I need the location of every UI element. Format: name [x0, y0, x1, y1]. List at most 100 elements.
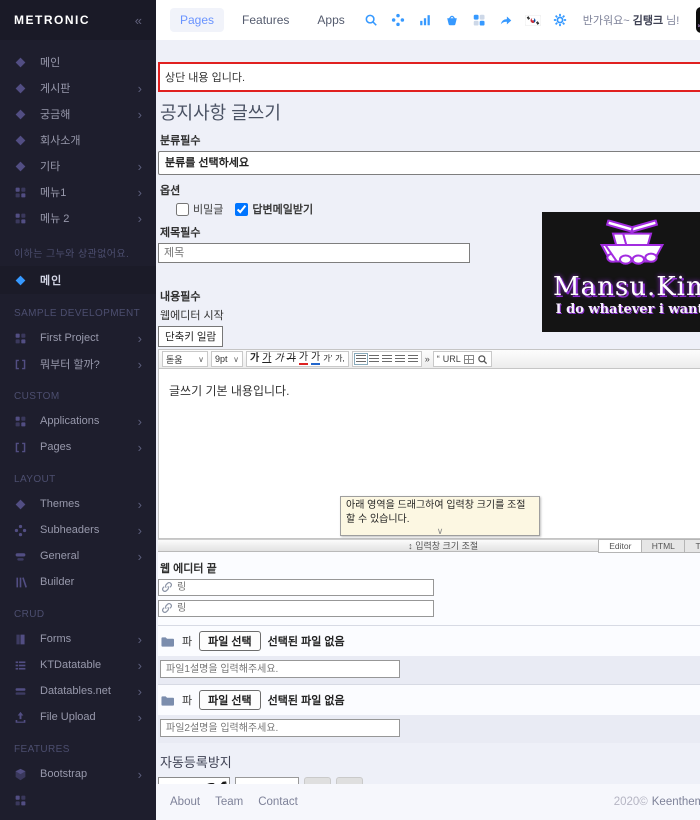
language-flag-icon[interactable] — [525, 12, 541, 28]
sidebar-section-note: 이하는 그누와 상관없어요. — [14, 249, 130, 260]
quick-actions-icon[interactable] — [390, 12, 406, 28]
quote-button[interactable]: “ — [437, 354, 440, 364]
format-group: 가 가 가 가 가 가 가' 가, — [246, 351, 349, 367]
table-button[interactable] — [463, 354, 474, 364]
sidebar-section-custom: CUSTOM — [14, 391, 60, 402]
file1-select-button[interactable]: 파일 선택 — [199, 631, 261, 651]
superscript-button[interactable]: 가' — [323, 355, 332, 363]
share-icon[interactable] — [498, 12, 514, 28]
cart-icon[interactable] — [444, 12, 460, 28]
link1-input[interactable] — [158, 579, 434, 596]
sidebar-item-main-active[interactable]: 메인 — [0, 266, 156, 294]
align-justify-button[interactable] — [394, 355, 405, 363]
line-height-button[interactable] — [407, 355, 418, 363]
align-right-button[interactable] — [381, 355, 392, 363]
font-family-select[interactable]: 돋움 ∨ — [162, 351, 208, 367]
indent-icon[interactable]: » — [425, 354, 430, 364]
sidebar-item-what-to-do[interactable]: 뭐부터 할까? › — [0, 351, 156, 377]
tab-text[interactable]: TEXT — [684, 539, 700, 553]
file2-desc-input[interactable] — [160, 719, 400, 737]
diamond-icon — [14, 158, 30, 174]
footer-link-contact[interactable]: Contact — [258, 796, 298, 808]
shortcut-list-button[interactable]: 단축키 일람 — [158, 326, 224, 347]
font-size-select[interactable]: 9pt ∨ — [211, 351, 243, 367]
highlight-button[interactable]: 가 — [311, 353, 321, 365]
chart-icon[interactable] — [417, 12, 433, 28]
caret-down-icon: ∨ — [436, 526, 444, 536]
secret-option[interactable]: 비밀글 — [176, 201, 223, 217]
web-editor: 돋움 ∨ 9pt ∨ 가 가 가 가 가 가 가' 가, » “ URL 글쓰기… — [158, 349, 700, 553]
tab-pages[interactable]: Pages — [170, 8, 225, 32]
brackets-icon — [14, 439, 30, 455]
sidebar-item-datatables-net[interactable]: Datatables.net › — [0, 678, 156, 704]
strikethrough-button[interactable]: 가 — [287, 354, 296, 364]
grid-icon — [14, 184, 30, 200]
sidebar-item-company[interactable]: 회사소개 — [0, 127, 156, 153]
mail-checkbox[interactable] — [235, 202, 249, 216]
search-icon[interactable] — [363, 12, 379, 28]
file1-desc-input[interactable] — [160, 660, 400, 678]
footer-brand-link[interactable]: Keenthemes — [652, 796, 700, 808]
italic-button[interactable]: 가 — [274, 354, 283, 364]
find-replace-button[interactable] — [477, 354, 488, 365]
align-left-button[interactable] — [353, 353, 368, 365]
sidebar-item-forms[interactable]: Forms › — [0, 626, 156, 652]
file2-select-button[interactable]: 파일 선택 — [199, 690, 261, 710]
sidebar-item-curious[interactable]: 궁금해 › — [0, 101, 156, 127]
file-label: 파 — [182, 695, 193, 707]
tab-editor[interactable]: Editor — [598, 539, 643, 553]
chevron-right-icon: › — [137, 330, 142, 346]
footer-copyright: 2020©Keenthemes — [614, 796, 700, 808]
tanks-graphic — [556, 217, 700, 273]
sidebar-item-builder[interactable]: Builder — [0, 569, 156, 595]
sidebar-collapse-icon[interactable]: « — [135, 13, 142, 28]
bold-button[interactable]: 가 — [250, 354, 259, 364]
sidebar-item-general[interactable]: General › — [0, 543, 156, 569]
captcha-title: 자동등록방지 — [160, 755, 232, 770]
sidebar-item-ktdatatable[interactable]: KTDatatable › — [0, 652, 156, 678]
underline-button[interactable]: 가 — [262, 354, 271, 364]
sidebar-item-main[interactable]: 메인 — [0, 49, 156, 75]
file1-desc-band — [158, 656, 700, 684]
sidebar-item-menu1[interactable]: 메뉴1 › — [0, 179, 156, 205]
chevron-right-icon: › — [137, 80, 142, 96]
secret-checkbox[interactable] — [176, 202, 189, 216]
link2-input[interactable] — [158, 600, 434, 617]
sidebar-item-bootstrap[interactable]: Bootstrap › — [0, 761, 156, 787]
sidebar-item-subheaders[interactable]: Subheaders › — [0, 517, 156, 543]
align-center-button[interactable] — [368, 355, 379, 363]
sidebar-item-applications[interactable]: Applications › — [0, 408, 156, 434]
brackets-icon — [14, 356, 30, 372]
tab-apps[interactable]: Apps — [307, 8, 354, 32]
url-button[interactable]: URL — [443, 354, 461, 364]
tab-features[interactable]: Features — [232, 8, 299, 32]
grid-icon — [14, 210, 30, 226]
chevron-right-icon: › — [137, 631, 142, 647]
sidebar-item-clipped[interactable] — [0, 787, 156, 813]
sidebar-item-board[interactable]: 게시판 › — [0, 75, 156, 101]
title-input[interactable] — [158, 243, 470, 263]
sidebar-item-etc[interactable]: 기타 › — [0, 153, 156, 179]
mail-option[interactable]: 답변메일받기 — [235, 201, 313, 217]
link-icon — [161, 602, 173, 614]
sidebar-item-themes[interactable]: Themes › — [0, 491, 156, 517]
options-label: 옵션 — [160, 185, 181, 197]
panel-grid-icon[interactable] — [471, 12, 487, 28]
sidebar-item-pages[interactable]: Pages › — [0, 434, 156, 460]
user-avatar[interactable]: Mansu.Kim — [696, 7, 700, 33]
user-greeting: 반가워요~ 김탱크 님! — [582, 15, 680, 27]
sidebar-item-file-upload[interactable]: File Upload › — [0, 704, 156, 730]
sidebar-item-first-project[interactable]: First Project › — [0, 325, 156, 351]
app-logo: METRONIC — [14, 13, 90, 27]
category-select[interactable]: 분류를 선택하세요 — [158, 151, 700, 175]
subscript-button[interactable]: 가, — [335, 355, 345, 363]
footer-link-team[interactable]: Team — [215, 796, 243, 808]
settings-gear-icon[interactable] — [552, 12, 568, 28]
diamond-icon — [14, 496, 30, 512]
sidebar-item-menu2[interactable]: 메뉴 2 › — [0, 205, 156, 231]
chevron-right-icon: › — [137, 522, 142, 538]
footer-link-about[interactable]: About — [170, 796, 200, 808]
font-color-button[interactable]: 가 — [298, 353, 309, 365]
editor-resize-handle[interactable]: ↕ 입력창 크기 조절 Editor HTML TEXT — [158, 539, 700, 553]
tab-html[interactable]: HTML — [641, 539, 686, 553]
